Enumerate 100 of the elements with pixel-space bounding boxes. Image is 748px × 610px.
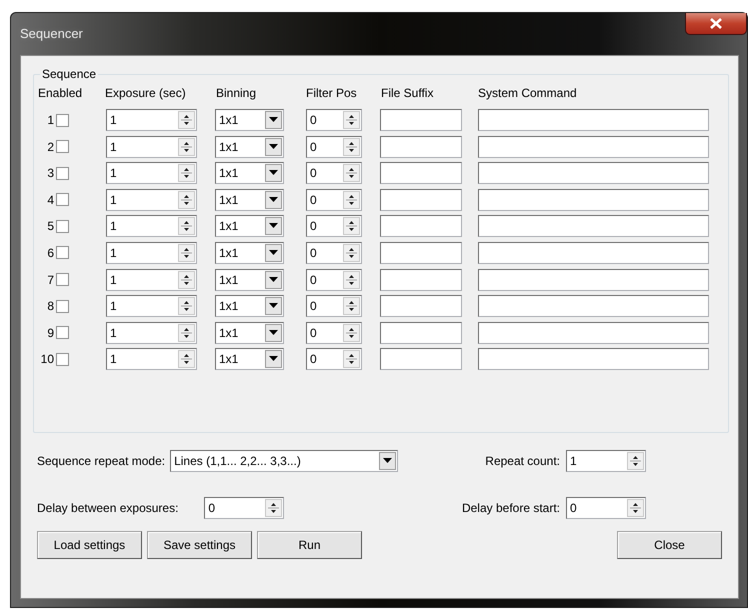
exposure-spinbox[interactable]: 1 [106,188,197,211]
command-field[interactable] [478,348,709,370]
suffix-field[interactable] [380,348,462,370]
repeat-count-spinbox[interactable]: 1 [566,450,646,472]
close-button[interactable]: Close [617,531,722,559]
enabled-checkbox[interactable] [56,166,69,180]
command-field[interactable] [478,162,709,184]
exposure-spinbox[interactable]: 1 [106,242,197,264]
spin-arrows-icon[interactable] [343,190,360,209]
suffix-field[interactable] [380,268,462,291]
caret-icon [269,223,278,230]
exposure-spinbox[interactable]: 1 [106,136,197,158]
spin-arrows-icon[interactable] [178,190,195,209]
exposure-spinbox[interactable]: 1 [106,162,197,184]
filter-spinbox[interactable]: 0 [306,322,362,344]
spin-arrows-icon[interactable] [178,111,195,129]
spin-arrows-icon[interactable] [343,111,360,129]
dialog-button[interactable]: Save settings [147,531,252,559]
filter-spinbox[interactable]: 0 [306,136,362,158]
spin-arrows-icon[interactable] [178,164,195,182]
repeat-mode-dropdown[interactable]: Lines (1,1... 2,2... 3,3...) [170,450,398,472]
enabled-checkbox[interactable] [56,193,69,206]
suffix-field[interactable] [380,215,462,238]
command-field[interactable] [478,136,709,158]
enabled-checkbox[interactable] [56,114,69,126]
delay-spinbox[interactable]: 0 [566,497,646,519]
binning-dropdown[interactable]: 1x1 [215,242,284,264]
filter-spinbox[interactable]: 0 [306,242,362,264]
dialog-button[interactable]: Load settings [37,531,142,559]
enabled-checkbox[interactable] [56,220,69,233]
spin-arrows-icon[interactable] [343,350,360,368]
exposure-spinbox[interactable]: 1 [106,215,197,238]
binning-dropdown[interactable]: 1x1 [215,268,284,291]
exposure-spinbox[interactable]: 1 [106,109,197,131]
row-number: 5 [46,219,54,234]
binning-dropdown[interactable]: 1x1 [215,295,284,318]
spin-arrows-icon[interactable] [178,297,195,316]
spin-arrows-icon[interactable] [178,324,195,342]
binning-dropdown[interactable]: 1x1 [215,162,284,184]
column-header: File Suffix [381,86,434,100]
spin-arrows-icon[interactable] [343,164,360,182]
caret-icon [269,276,278,283]
filter-spinbox[interactable]: 0 [306,215,362,238]
spin-arrows-icon[interactable] [343,324,360,342]
spin-arrows-icon[interactable] [627,452,644,470]
filter-spinbox[interactable]: 0 [306,162,362,184]
spin-arrows-icon[interactable] [178,138,195,156]
exposure-spinbox[interactable]: 1 [106,268,197,291]
command-field[interactable] [478,109,709,131]
binning-dropdown[interactable]: 1x1 [215,322,284,344]
enabled-checkbox[interactable] [56,352,69,366]
spin-arrows-icon[interactable] [343,217,360,236]
filter-spinbox[interactable]: 0 [306,109,362,131]
spin-arrows-icon[interactable] [627,499,644,517]
spin-arrows-icon[interactable] [178,270,195,289]
spin-arrows-icon[interactable] [343,297,360,316]
suffix-field[interactable] [380,242,462,264]
enabled-checkbox[interactable] [56,273,69,286]
binning-dropdown[interactable]: 1x1 [215,109,284,131]
enabled-checkbox[interactable] [56,300,69,313]
binning-dropdown[interactable]: 1x1 [215,215,284,238]
dialog-button[interactable]: Run [257,531,362,559]
spin-arrows-icon[interactable] [265,499,282,517]
column-header: Exposure (sec) [105,86,187,100]
spin-arrows-icon[interactable] [178,217,195,236]
enabled-checkbox[interactable] [56,140,69,154]
suffix-field[interactable] [380,295,462,318]
suffix-field[interactable] [380,136,462,158]
row-number: 4 [46,192,54,207]
delay-spinbox[interactable]: 0 [204,497,284,519]
suffix-field[interactable] [380,188,462,211]
exposure-spinbox[interactable]: 1 [106,295,197,318]
column-header: Binning [216,86,258,100]
exposure-spinbox[interactable]: 1 [106,322,197,344]
spin-arrows-icon[interactable] [178,244,195,262]
suffix-field[interactable] [380,109,462,131]
command-field[interactable] [478,215,709,238]
filter-spinbox[interactable]: 0 [306,188,362,211]
filter-spinbox[interactable]: 0 [306,348,362,370]
suffix-field[interactable] [380,162,462,184]
command-field[interactable] [478,242,709,264]
enabled-checkbox[interactable] [56,246,69,260]
binning-dropdown[interactable]: 1x1 [215,188,284,211]
binning-dropdown[interactable]: 1x1 [215,348,284,370]
command-field[interactable] [478,188,709,211]
filter-spinbox[interactable]: 0 [306,268,362,291]
filter-spinbox[interactable]: 0 [306,295,362,318]
suffix-field[interactable] [380,322,462,344]
spin-arrows-icon[interactable] [178,350,195,368]
spin-arrows-icon[interactable] [343,244,360,262]
spin-arrows-icon[interactable] [343,270,360,289]
enabled-checkbox[interactable] [56,326,69,340]
command-field[interactable] [478,295,709,318]
spin-arrows-icon[interactable] [343,138,360,156]
exposure-spinbox[interactable]: 1 [106,348,197,370]
command-field[interactable] [478,268,709,291]
command-field[interactable] [478,322,709,344]
row-number: 9 [46,326,54,340]
close-button[interactable] [685,13,747,35]
binning-dropdown[interactable]: 1x1 [215,136,284,158]
